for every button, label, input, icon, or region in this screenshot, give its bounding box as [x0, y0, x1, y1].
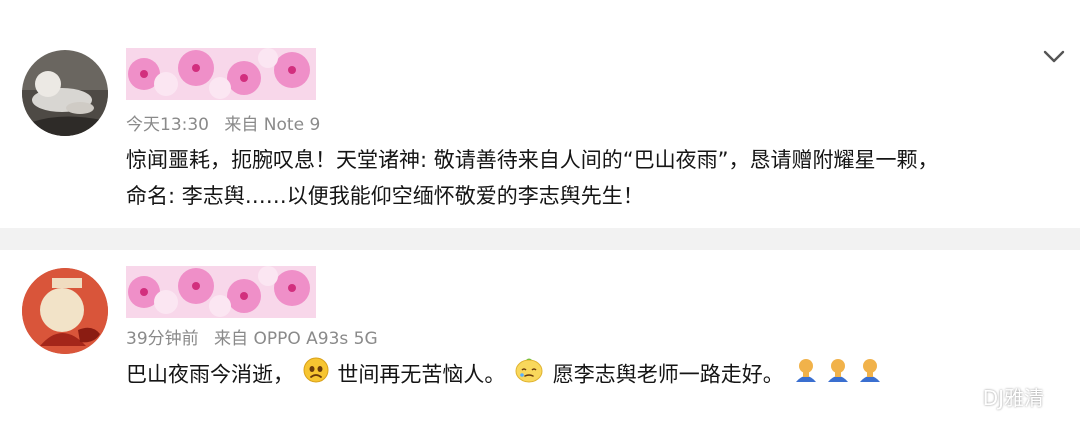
post-time: 39分钟前 — [126, 329, 199, 349]
username-badge-image[interactable] — [126, 48, 316, 100]
post-time: 今天13:30 — [126, 115, 209, 135]
comment-text: 巴山夜雨今消逝， 世间再无苦恼人。 愿李志舆老师一路走好。 — [126, 356, 1066, 395]
chevron-down-icon[interactable] — [1040, 42, 1068, 70]
post-meta: 39分钟前 来自 OPPO A93s 5G — [126, 324, 378, 349]
avatar[interactable] — [22, 268, 108, 354]
comment-line: 惊闻噩耗，扼腕叹息！天堂诸神: 敬请善待来自人间的“巴山夜雨”，恳请赠附耀星一颗… — [126, 148, 939, 172]
comment-segment: 愿李志舆老师一路走好。 — [552, 362, 784, 387]
username-badge-image[interactable] — [126, 266, 316, 318]
post-meta: 今天13:30 来自 Note 9 — [126, 110, 320, 135]
comment-segment: 巴山夜雨今消逝， — [126, 362, 294, 387]
comment-text: 惊闻噩耗，扼腕叹息！天堂诸神: 敬请善待来自人间的“巴山夜雨”，恳请赠附耀星一颗… — [126, 142, 1066, 214]
watermark: DJ雅清 — [949, 376, 1044, 416]
watermark-text: DJ雅清 — [982, 385, 1044, 410]
post-source: 来自 OPPO A93s 5G — [214, 329, 378, 349]
sad-face-emoji — [303, 357, 329, 394]
post-source: 来自 Note 9 — [224, 115, 321, 135]
tearful-lemon-emoji — [514, 357, 544, 394]
wechat-bubble-icon — [949, 381, 979, 412]
separator — [0, 228, 1080, 250]
comment-segment: 世间再无苦恼人。 — [337, 362, 506, 387]
comment-line: 巴山夜雨今消逝， 世间再无苦恼人。 愿李志舆老师一路走好。 — [126, 356, 1066, 395]
comment-line: 命名: 李志舆……以便我能仰空缅怀敬爱的李志舆先生！ — [126, 184, 644, 208]
avatar[interactable] — [22, 50, 108, 136]
praying-figures-emoji — [792, 356, 888, 395]
comment-card-1: 今天13:30 来自 Note 9 惊闻噩耗，扼腕叹息！天堂诸神: 敬请善待来自… — [0, 0, 1080, 228]
